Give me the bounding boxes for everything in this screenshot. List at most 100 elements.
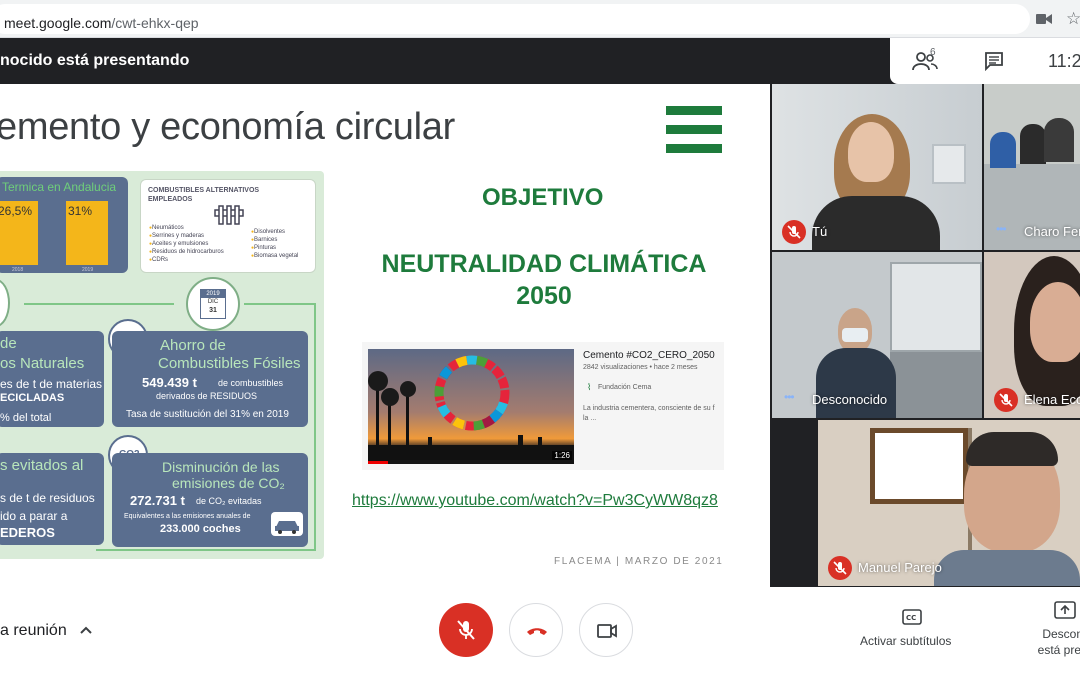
ahorro-title2: Combustibles Fósiles xyxy=(158,355,301,372)
brand-stripes-icon xyxy=(666,106,722,158)
camera-toggle-button[interactable] xyxy=(579,603,633,657)
neutrality-heading: NEUTRALIDAD CLIMÁTICA 2050 xyxy=(352,248,736,312)
video-duration: 1:26 xyxy=(552,451,572,460)
connector-line xyxy=(314,303,316,551)
present-screen-icon[interactable] xyxy=(1054,601,1076,619)
video-channel[interactable]: Fundación Cema xyxy=(598,384,651,391)
bookmark-star-icon[interactable]: ☆ xyxy=(1066,9,1080,29)
connector-line xyxy=(244,303,314,305)
list-item: Serrines y maderas xyxy=(149,232,224,240)
video-card[interactable]: 1:26 Cemento #CO2_CERO_2050 2842 visuali… xyxy=(362,342,724,470)
year-2018-label: 2018 xyxy=(12,267,24,273)
video-title[interactable]: Cemento #CO2_CERO_2050 xyxy=(583,350,715,361)
nat-line3: % del total xyxy=(0,412,52,424)
chat-icon[interactable] xyxy=(984,51,1004,71)
participant-body xyxy=(934,550,1080,586)
video-meta: 2842 visualizaciones • hace 2 meses xyxy=(583,364,698,371)
combustibles-list-2: Disolventes Barnices Pinturas Biomasa ve… xyxy=(251,228,298,260)
captions-icon[interactable]: CC xyxy=(902,609,922,625)
participant-name: Tú xyxy=(812,224,828,239)
video-thumbnail[interactable]: 1:26 xyxy=(368,349,574,464)
list-item: Residuos de hidrocarburos xyxy=(149,248,224,256)
participant-name: Manuel Parejo xyxy=(858,560,942,575)
dism-sub2: 233.000 coches xyxy=(160,523,241,535)
objective-heading: OBJETIVO xyxy=(482,184,604,211)
nat-line1: es de t de materias xyxy=(0,377,103,391)
meeting-details-label[interactable]: a reunión xyxy=(0,622,67,640)
youtube-link[interactable]: https://www.youtube.com/watch?v=Pw3CyWW8… xyxy=(352,492,718,510)
participant-face xyxy=(1030,282,1080,362)
presentation-slide: emento y economía circular Termica en An… xyxy=(0,84,770,587)
participant-body xyxy=(812,196,940,250)
connector-line xyxy=(24,303,174,305)
ahorro-sub: derivados de RESIDUOS xyxy=(156,391,258,401)
year-2019-label: 2019 xyxy=(82,267,94,273)
nat-title-a: de xyxy=(0,335,17,352)
window-lower xyxy=(890,352,982,418)
ahorro-box: Ahorro de Combustibles Fósiles 549.439 t… xyxy=(112,331,308,427)
muted-mic-icon xyxy=(828,556,852,580)
mic-off-icon xyxy=(457,620,475,640)
address-field[interactable]: meet.google.com/cwt-ehkx-qep xyxy=(0,4,1030,34)
video-progress-bar[interactable] xyxy=(368,461,388,464)
dism-title1: Disminución de las xyxy=(162,459,280,475)
list-item: Neumáticos xyxy=(149,224,224,232)
student-figure xyxy=(990,132,1016,168)
calendar-month: DIC xyxy=(207,299,219,305)
camera-icon xyxy=(597,624,617,638)
bar-2018-value: 26,5% xyxy=(0,204,33,218)
participant-tile[interactable]: Manuel Parejo xyxy=(818,420,1080,586)
thumbnail-scene xyxy=(368,355,574,464)
student-figure xyxy=(1044,118,1074,162)
calendar-icon: 2019 DIC 31 xyxy=(200,289,226,319)
dism-unit: de CO₂ evitadas xyxy=(196,496,262,506)
participant-tile[interactable]: Tú xyxy=(772,84,982,250)
participant-name: Desconocido xyxy=(812,392,888,407)
participant-hair xyxy=(966,432,1058,466)
chart-bar-2019: 31% xyxy=(66,201,108,265)
address-url[interactable]: meet.google.com/cwt-ehkx-qep xyxy=(4,15,199,31)
neutrality-line1: NEUTRALIDAD CLIMÁTICA xyxy=(381,250,707,278)
ahorro-value: 549.439 t xyxy=(142,375,197,390)
camera-blocked-icon[interactable] xyxy=(1036,12,1052,26)
slide-footer: FLACEMA | MARZO DE 2021 xyxy=(554,556,724,567)
presenter-line2: está presen xyxy=(1037,643,1080,657)
evit-line3: EDEROS xyxy=(0,525,55,540)
captions-button-label[interactable]: Activar subtítulos xyxy=(860,634,951,648)
channel-logo-icon: ⌇ xyxy=(587,382,592,392)
list-item: Disolventes xyxy=(251,228,298,236)
dism-title2: emisiones de CO₂ xyxy=(172,475,285,491)
browser-url-bar: meet.google.com/cwt-ehkx-qep ☆ xyxy=(0,0,1080,38)
student-figure xyxy=(1020,124,1046,164)
evit-line2: ido a parar a xyxy=(0,509,68,523)
presenter-button-label[interactable]: Desconoc está presen xyxy=(1014,626,1080,658)
combustibles-list-1: Neumáticos Serrines y maderas Aceites y … xyxy=(149,224,224,264)
muted-mic-icon xyxy=(782,220,806,244)
video-description: La industria cementera, consciente de su… xyxy=(583,405,715,422)
dism-value: 272.731 t xyxy=(130,493,185,508)
window-frame xyxy=(890,262,982,352)
combustibles-title: COMBUSTIBLES ALTERNATIVOS EMPLEADOS xyxy=(148,187,260,203)
nat-line2: ECICLADAS xyxy=(0,392,65,404)
evit-line1: s de t de residuos xyxy=(0,491,95,505)
slide-title: emento y economía circular xyxy=(0,106,455,148)
chart-bar-2018: 26,5% xyxy=(0,201,38,265)
neutrality-line2: 2050 xyxy=(516,282,572,310)
ahorro-unit: de combustibles xyxy=(218,378,284,388)
bar-2019-value: 31% xyxy=(68,204,93,218)
leave-call-button[interactable] xyxy=(509,603,563,657)
svg-text:CC: CC xyxy=(906,614,916,622)
microphone-toggle-button[interactable] xyxy=(439,603,493,657)
clock-time: 11:2 xyxy=(1048,51,1080,71)
participant-tile[interactable]: Elena Eco xyxy=(984,252,1080,418)
participant-body xyxy=(816,348,896,418)
url-path: /cwt-ehkx-qep xyxy=(111,15,199,31)
participant-name: Elena Eco xyxy=(1024,392,1080,407)
participant-tile[interactable]: ••• Desconocido xyxy=(772,252,982,418)
chevron-up-icon[interactable] xyxy=(78,622,94,638)
recycle-circle xyxy=(0,279,10,327)
infographic: Termica en Andalucia 26,5% 31% 2018 2019… xyxy=(0,171,324,559)
participant-tile[interactable]: ••• Charo Fer xyxy=(984,84,1080,250)
calendar-circle: 2019 DIC 31 xyxy=(186,277,240,331)
nat-title-b: os Naturales xyxy=(0,355,85,372)
